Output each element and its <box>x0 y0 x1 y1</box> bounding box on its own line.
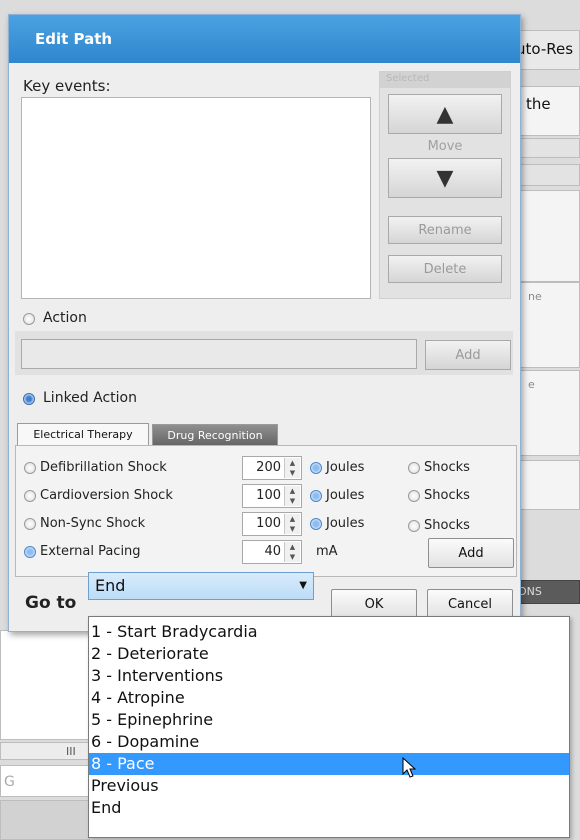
selected-group-header: Selected <box>380 72 510 88</box>
cardioversion-label: Cardioversion Shock <box>40 488 173 503</box>
background-panel <box>520 460 580 510</box>
goto-dropdown-list[interactable]: 1 - Start Bradycardia 2 - Deteriorate 3 … <box>88 616 570 838</box>
background-side-label: e <box>528 378 535 391</box>
up-arrow-icon: ▲ <box>436 101 454 127</box>
cardioversion-shocks-label: Shocks <box>424 488 470 503</box>
dialog-title: Edit Path <box>35 30 113 48</box>
defibrillation-value-stepper[interactable]: 200 ▲ ▼ <box>242 456 302 480</box>
scrollbar-grip-icon: III <box>66 745 76 758</box>
dropdown-option[interactable]: 6 - Dopamine <box>89 731 569 753</box>
non-sync-shocks-radio[interactable] <box>408 520 420 532</box>
non-sync-shocks-label: Shocks <box>424 518 470 533</box>
action-radio[interactable] <box>23 313 35 325</box>
cancel-button[interactable]: Cancel <box>427 589 513 619</box>
dropdown-option[interactable]: 1 - Start Bradycardia <box>89 621 569 643</box>
chevron-down-icon[interactable]: ▼ <box>299 573 307 599</box>
cardioversion-shocks-radio[interactable] <box>408 490 420 502</box>
goto-selected-value: End <box>95 576 126 595</box>
non-sync-label: Non-Sync Shock <box>40 516 146 531</box>
background-list-area <box>0 630 90 740</box>
key-events-label: Key events: <box>23 77 111 95</box>
background-panel <box>520 190 580 282</box>
external-pacing-radio[interactable] <box>24 546 36 558</box>
defibrillation-label: Defibrillation Shock <box>40 460 167 475</box>
cardioversion-radio[interactable] <box>24 490 36 502</box>
defibrillation-unit-label: Joules <box>326 460 365 475</box>
external-pacing-value-stepper[interactable]: 40 ▲ ▼ <box>242 540 302 564</box>
cardioversion-value-stepper[interactable]: 100 ▲ ▼ <box>242 484 302 508</box>
action-label: Action <box>43 310 87 326</box>
defibrillation-radio[interactable] <box>24 462 36 474</box>
move-label: Move <box>427 139 463 154</box>
move-up-button[interactable]: ▲ <box>388 94 502 134</box>
defibrillation-joules-radio[interactable] <box>310 462 322 474</box>
cardioversion-joules-radio[interactable] <box>310 490 322 502</box>
therapy-add-button[interactable]: Add <box>428 538 514 568</box>
external-pacing-unit-label: mA <box>316 544 338 559</box>
dropdown-option[interactable]: 3 - Interventions <box>89 665 569 687</box>
goto-label: Go to <box>25 593 77 613</box>
selected-group: Selected ▲ Move ▼ Rename Delete <box>379 71 511 299</box>
background-side-label: ne <box>528 290 542 303</box>
non-sync-value: 100 <box>256 516 281 531</box>
dropdown-option[interactable]: Previous <box>89 775 569 797</box>
electrical-therapy-panel: Defibrillation Shock 200 ▲ ▼ Joules Shock… <box>15 445 517 577</box>
defibrillation-shocks-label: Shocks <box>424 460 470 475</box>
dropdown-option[interactable]: 4 - Atropine <box>89 687 569 709</box>
spinner-icon[interactable]: ▲ ▼ <box>284 514 300 534</box>
linked-action-label: Linked Action <box>43 390 137 406</box>
dropdown-option[interactable]: 5 - Epinephrine <box>89 709 569 731</box>
external-pacing-label: External Pacing <box>40 544 141 559</box>
key-events-list[interactable] <box>21 97 371 299</box>
non-sync-value-stepper[interactable]: 100 ▲ ▼ <box>242 512 302 536</box>
background-input-text: G <box>4 774 15 790</box>
move-down-button[interactable]: ▼ <box>388 158 502 198</box>
background-title-fragment: uto-Res <box>516 40 574 58</box>
linked-action-radio[interactable] <box>23 393 35 405</box>
ok-button[interactable]: OK <box>331 589 417 619</box>
dropdown-option[interactable]: 2 - Deteriorate <box>89 643 569 665</box>
horizontal-scrollbar[interactable] <box>0 742 90 760</box>
non-sync-joules-radio[interactable] <box>310 518 322 530</box>
goto-select[interactable]: End ▼ <box>88 572 314 600</box>
background-row <box>520 138 580 158</box>
defibrillation-value: 200 <box>256 460 281 475</box>
action-input[interactable] <box>21 339 417 369</box>
down-arrow-icon: ▼ <box>436 165 454 191</box>
non-sync-radio[interactable] <box>24 518 36 530</box>
dropdown-option[interactable]: End <box>89 797 569 819</box>
non-sync-unit-label: Joules <box>326 516 365 531</box>
tab-drug-recognition[interactable]: Drug Recognition <box>152 424 278 445</box>
dialog-title-bar[interactable]: Edit Path <box>9 15 520 63</box>
background-row <box>520 164 580 186</box>
selected-group-title: Selected <box>386 73 430 84</box>
rename-button[interactable]: Rename <box>388 216 502 244</box>
dropdown-option-selected[interactable]: 8 - Pace <box>89 753 569 775</box>
cardioversion-value: 100 <box>256 488 281 503</box>
action-add-button[interactable]: Add <box>425 340 511 370</box>
external-pacing-value: 40 <box>264 544 281 559</box>
spinner-icon[interactable]: ▲ ▼ <box>284 486 300 506</box>
spinner-icon[interactable]: ▲ ▼ <box>284 542 300 562</box>
delete-button[interactable]: Delete <box>388 255 502 283</box>
background-tab-label[interactable]: ONS <box>518 585 542 598</box>
defibrillation-shocks-radio[interactable] <box>408 462 420 474</box>
edit-path-dialog: Edit Path Key events: Selected ▲ Move ▼ … <box>8 14 521 632</box>
cardioversion-unit-label: Joules <box>326 488 365 503</box>
background-footer <box>0 800 90 840</box>
background-field-text: the <box>526 95 551 113</box>
spinner-icon[interactable]: ▲ ▼ <box>284 458 300 478</box>
tab-electrical-therapy[interactable]: Electrical Therapy <box>17 423 149 445</box>
mouse-cursor-icon <box>402 757 417 778</box>
